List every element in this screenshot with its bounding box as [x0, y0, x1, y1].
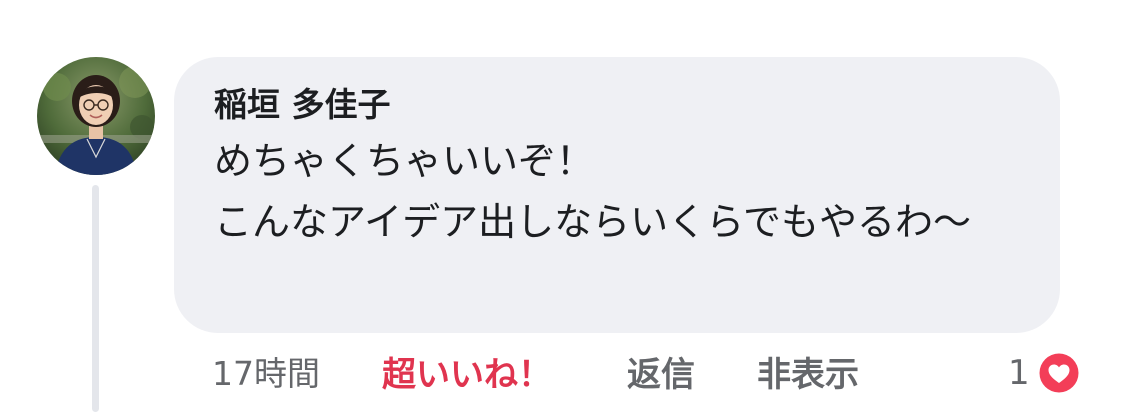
hide-button[interactable]: 非表示 [757, 354, 859, 396]
comment-body: めちゃくちゃいいぞ！ こんなアイデア出しならいくらでもやるわ〜 [214, 139, 971, 244]
avatar-photo [37, 57, 155, 175]
comment-thread: 稲垣 多佳子 めちゃくちゃいいぞ！ こんなアイデア出しならいくらでもやるわ〜 1… [0, 0, 1125, 412]
comment-author[interactable]: 稲垣 多佳子 [214, 85, 1030, 125]
comment-actions: 17時間 超いいね！ 返信 非表示 1 [0, 348, 1125, 404]
reaction-summary[interactable]: 1 [1008, 350, 1082, 396]
reaction-count: 1 [1008, 353, 1030, 393]
avatar[interactable] [37, 57, 155, 175]
love-heart-icon [1036, 351, 1081, 395]
reply-button[interactable]: 返信 [627, 354, 695, 396]
comment-bubble: 稲垣 多佳子 めちゃくちゃいいぞ！ こんなアイデア出しならいくらでもやるわ〜 [174, 57, 1060, 333]
comment-timestamp[interactable]: 17時間 [212, 354, 320, 394]
like-button[interactable]: 超いいね！ [382, 354, 552, 396]
